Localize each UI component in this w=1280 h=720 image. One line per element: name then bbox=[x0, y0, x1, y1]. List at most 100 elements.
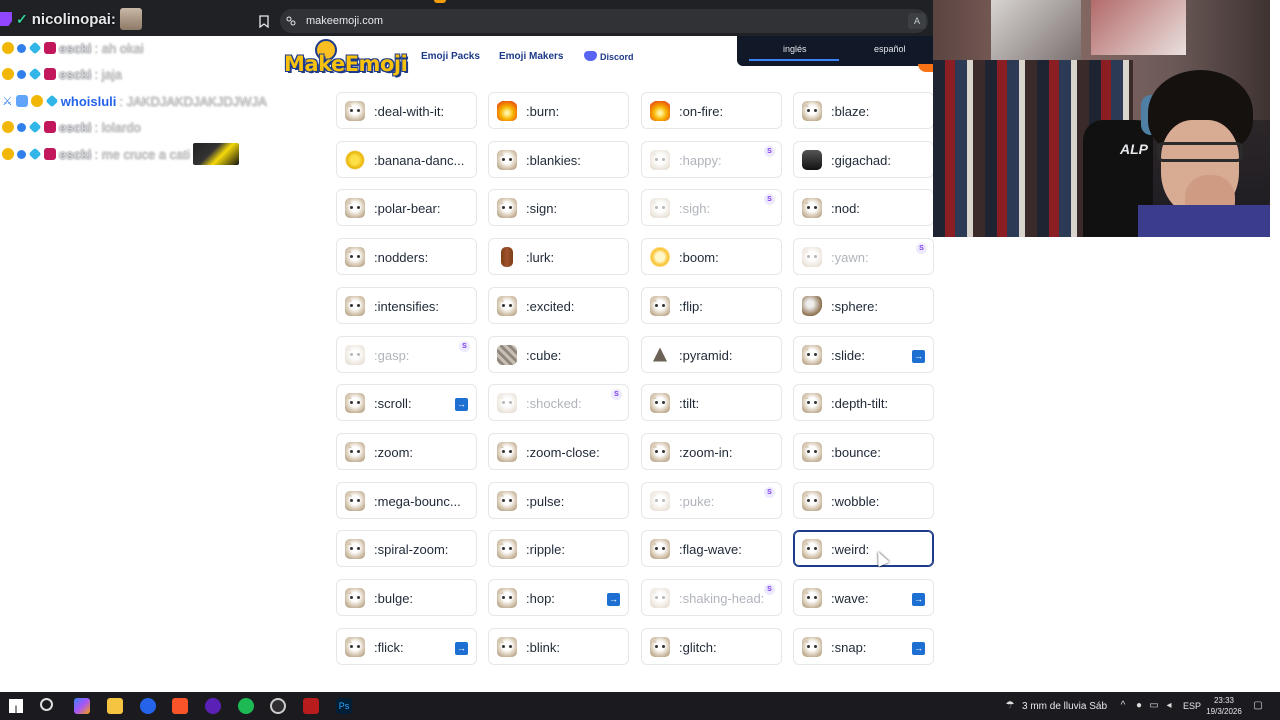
emoji-card[interactable]: :pulse: bbox=[488, 481, 629, 519]
bookmark-icon[interactable] bbox=[259, 15, 269, 28]
emoji-card[interactable]: :flag-wave: bbox=[641, 530, 782, 568]
emoji-thumbnail bbox=[650, 393, 670, 414]
volume-icon[interactable]: ◂ bbox=[1163, 700, 1175, 712]
emoji-card[interactable]: :intensifies: bbox=[336, 286, 477, 324]
emoji-card[interactable]: :gasp: S bbox=[336, 335, 477, 373]
emoji-name: :yawn: bbox=[831, 250, 869, 266]
emoji-name: :snap: bbox=[831, 639, 867, 655]
emoji-thumbnail bbox=[650, 588, 670, 608]
emoji-card[interactable]: :pyramid: bbox=[641, 335, 782, 373]
emoji-card[interactable]: :zoom-in: bbox=[641, 432, 782, 470]
emoji-thumbnail bbox=[345, 539, 365, 560]
emoji-card[interactable]: :wave: → bbox=[793, 579, 934, 616]
photoshop-icon[interactable]: Ps bbox=[336, 698, 352, 714]
emoji-card[interactable]: :excited: bbox=[488, 286, 629, 324]
emoji-card[interactable]: :happy: S bbox=[641, 140, 782, 178]
emoji-thumbnail bbox=[345, 344, 365, 365]
weather-icon[interactable]: ☂ bbox=[1004, 700, 1016, 712]
emoji-card[interactable]: :yawn: S bbox=[793, 238, 934, 276]
obs-icon[interactable] bbox=[270, 698, 286, 714]
emoji-card[interactable]: :nodders: bbox=[336, 238, 477, 276]
chat-message: : jaja bbox=[94, 66, 123, 82]
language-option-spanish[interactable]: español bbox=[874, 44, 906, 54]
emoji-thumbnail bbox=[497, 393, 517, 414]
emoji-card[interactable]: :blaze: bbox=[793, 92, 934, 129]
emoji-name: :wave: bbox=[831, 591, 869, 606]
windows-start-icon[interactable] bbox=[9, 699, 23, 713]
emoji-card[interactable]: :banana-danc... bbox=[336, 140, 477, 178]
emoji-card[interactable]: :blankies: bbox=[488, 140, 629, 178]
emoji-card[interactable]: :bulge: bbox=[336, 579, 477, 616]
nav-emoji-packs[interactable]: Emoji Packs bbox=[421, 51, 480, 62]
emoji-card[interactable]: :mega-bounc... bbox=[336, 481, 477, 519]
weather-text[interactable]: 3 mm de lluvia Sáb bbox=[1022, 701, 1107, 712]
emoji-thumbnail bbox=[345, 295, 365, 316]
emoji-card[interactable]: :wobble: bbox=[793, 481, 934, 519]
microphone-icon[interactable]: ● bbox=[1133, 700, 1145, 712]
emoji-card[interactable]: :glitch: bbox=[641, 627, 782, 665]
network-icon[interactable]: ▭ bbox=[1148, 700, 1160, 712]
emoji-card[interactable]: :bounce: bbox=[793, 432, 934, 470]
chevron-up-icon[interactable]: ^ bbox=[1117, 700, 1129, 712]
emoji-card[interactable]: :burn: bbox=[488, 92, 629, 129]
app-icon[interactable] bbox=[140, 698, 156, 714]
emoji-card[interactable]: :tilt: bbox=[641, 384, 782, 422]
emoji-card[interactable]: :shocked: S bbox=[488, 384, 629, 422]
translate-icon[interactable]: A bbox=[908, 13, 926, 29]
emoji-card[interactable]: :sphere: bbox=[793, 286, 934, 324]
brave-browser-icon[interactable] bbox=[172, 698, 188, 714]
emoji-name: :cube: bbox=[526, 347, 562, 363]
emoji-card[interactable]: :ripple: bbox=[488, 530, 629, 568]
emoji-card[interactable]: :on-fire: bbox=[641, 92, 782, 129]
emoji-card[interactable]: :deal-with-it: bbox=[336, 92, 477, 129]
nav-emoji-makers[interactable]: Emoji Makers bbox=[499, 51, 563, 62]
emoji-card[interactable]: :cube: bbox=[488, 335, 629, 373]
notification-icon[interactable]: ▢ bbox=[1252, 700, 1264, 712]
app-icon[interactable] bbox=[303, 698, 319, 714]
search-icon[interactable] bbox=[40, 698, 53, 711]
chat-username: whoisluli bbox=[60, 93, 117, 109]
emoji-card[interactable]: :boom: bbox=[641, 238, 782, 276]
emoji-thumbnail bbox=[802, 636, 822, 657]
clock[interactable]: 23:33 19/3/2026 bbox=[1206, 695, 1242, 717]
emoji-card[interactable]: :gigachad: bbox=[793, 140, 934, 178]
input-language[interactable]: ESP bbox=[1183, 701, 1201, 711]
emoji-card[interactable]: :sigh: S bbox=[641, 189, 782, 227]
emoji-card[interactable]: :weird: bbox=[793, 530, 934, 568]
premium-badge: S bbox=[764, 145, 775, 157]
site-logo[interactable]: MakeEmoji bbox=[284, 52, 408, 76]
emoji-card[interactable]: :spiral-zoom: bbox=[336, 530, 477, 568]
emoji-card[interactable]: :hop: → bbox=[488, 579, 629, 616]
emoji-card[interactable]: :slide: → bbox=[793, 335, 934, 373]
animated-badge-icon: → bbox=[912, 593, 925, 606]
emoji-card[interactable]: :blink: bbox=[488, 627, 629, 665]
emoji-name: :on-fire: bbox=[679, 104, 724, 119]
url-text[interactable]: makeemoji.com bbox=[306, 15, 383, 27]
emoji-name: :boom: bbox=[679, 250, 719, 266]
nav-discord[interactable]: Discord bbox=[600, 52, 634, 62]
emoji-card[interactable]: :nod: bbox=[793, 189, 934, 227]
emoji-card[interactable]: :lurk: bbox=[488, 238, 629, 276]
emoji-card[interactable]: :flick: → bbox=[336, 627, 477, 665]
emoji-card[interactable]: :zoom-close: bbox=[488, 432, 629, 470]
language-option-english[interactable]: inglés bbox=[783, 44, 807, 54]
badge-icon bbox=[44, 121, 56, 133]
emoji-card[interactable]: :flip: bbox=[641, 286, 782, 324]
emoji-thumbnail bbox=[802, 198, 822, 219]
site-info-icon[interactable] bbox=[285, 15, 297, 27]
emoji-card[interactable]: :shaking-head: S bbox=[641, 579, 782, 616]
emoji-thumbnail bbox=[497, 295, 517, 316]
emoji-card[interactable]: :depth-tilt: bbox=[793, 384, 934, 422]
emoji-card[interactable]: :zoom: bbox=[336, 432, 477, 470]
copilot-icon[interactable] bbox=[74, 698, 90, 714]
app-icon[interactable] bbox=[205, 698, 221, 714]
emoji-card[interactable]: :polar-bear: bbox=[336, 189, 477, 227]
emoji-card[interactable]: :sign: bbox=[488, 189, 629, 227]
badge-icon bbox=[44, 148, 56, 160]
file-explorer-icon[interactable] bbox=[107, 698, 123, 714]
spotify-icon[interactable] bbox=[238, 698, 254, 714]
emoji-card[interactable]: :puke: S bbox=[641, 481, 782, 519]
emoji-card[interactable]: :scroll: → bbox=[336, 384, 477, 422]
emoji-card[interactable]: :snap: → bbox=[793, 627, 934, 665]
webcam-poster bbox=[991, 0, 1081, 60]
